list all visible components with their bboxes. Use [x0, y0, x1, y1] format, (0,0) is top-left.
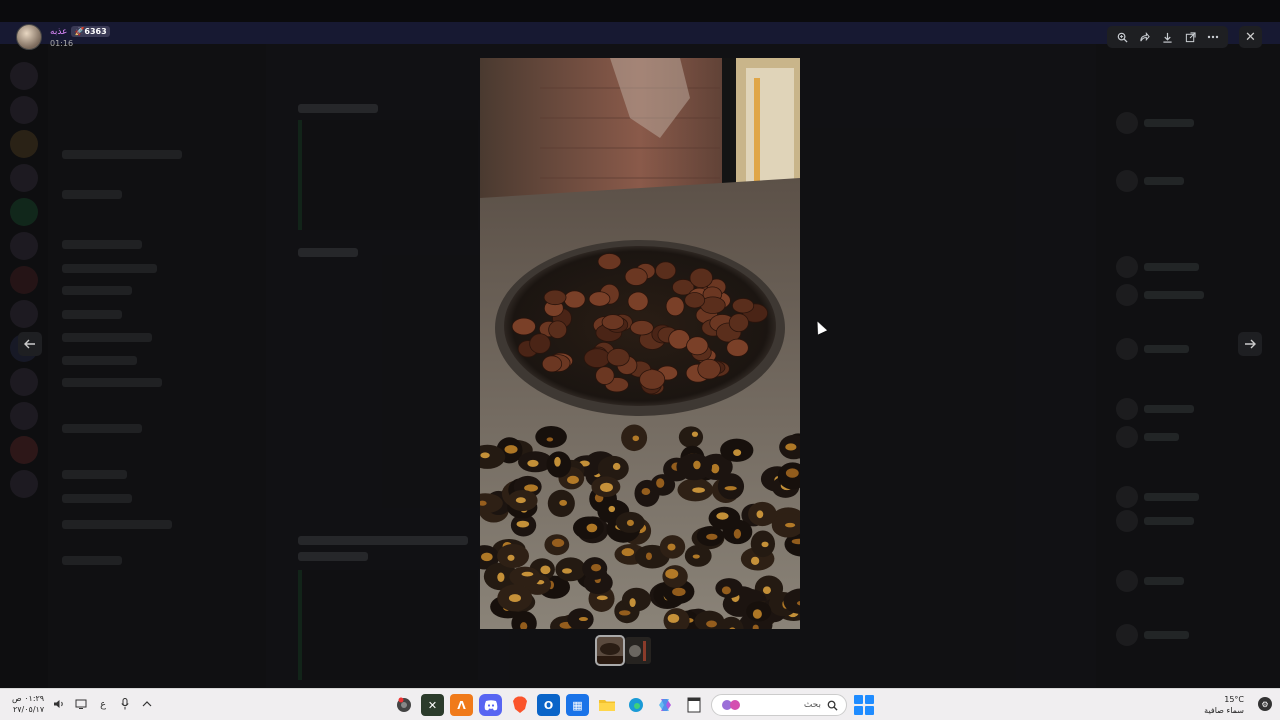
network-icon[interactable]: [74, 697, 88, 711]
viewer-toolbar: [1107, 26, 1228, 48]
brave-icon[interactable]: [508, 694, 531, 716]
chrome-icon[interactable]: [392, 694, 415, 716]
search-highlight-icon: [722, 700, 740, 710]
user-badge: 🚀6363: [71, 26, 110, 37]
store-icon[interactable]: ▦: [566, 694, 589, 716]
clock-time: ٠١:٢٩ ص: [12, 694, 45, 703]
microphone-icon[interactable]: [118, 697, 132, 711]
chevron-up-icon[interactable]: [140, 697, 154, 711]
clock[interactable]: ٠١:٢٩ ص ٢٧/٠٥/١٧: [12, 693, 44, 715]
edge-icon[interactable]: [624, 694, 647, 716]
file-explorer-icon[interactable]: [595, 694, 618, 716]
bg-banner: [0, 22, 1280, 44]
app-a-icon[interactable]: Λ: [450, 694, 473, 716]
volume-icon[interactable]: [52, 697, 66, 711]
bg-channel-list: [48, 44, 266, 688]
start-button[interactable]: [853, 694, 875, 716]
language-indicator[interactable]: ع: [96, 697, 110, 711]
search-placeholder: بحث: [803, 700, 821, 710]
arrow-left-icon[interactable]: [18, 332, 42, 356]
open-external-icon[interactable]: [1181, 28, 1199, 46]
main-image[interactable]: [480, 58, 800, 629]
search-box[interactable]: بحث: [711, 694, 847, 716]
taskbar-apps: ✕ Λ O ▦ بحث: [392, 694, 875, 716]
weather-temp: 15°C: [1224, 695, 1244, 704]
weather-widget[interactable]: 15°C سماء صافية: [1204, 694, 1244, 716]
image-viewer: عذبه 🚀6363 01:16 ✕: [0, 0, 1280, 688]
username[interactable]: عذبه: [50, 27, 67, 37]
system-tray: ٠١:٢٩ ص ٢٧/٠٥/١٧ ع: [12, 693, 154, 715]
post-time: 01:16: [50, 39, 74, 48]
arrow-right-icon[interactable]: [1238, 332, 1262, 356]
weather-desc: سماء صافية: [1204, 706, 1244, 715]
thumbnail-strip: [595, 635, 651, 666]
copilot-icon[interactable]: [653, 694, 676, 716]
windows-taskbar: ٠١:٢٩ ص ٢٧/٠٥/١٧ ع ✕ Λ O ▦ بحث 15°C سماء…: [0, 688, 1280, 720]
download-icon[interactable]: [1158, 28, 1176, 46]
discord-icon[interactable]: [479, 694, 502, 716]
bg-member-list: [1096, 44, 1280, 688]
uploader-info[interactable]: عذبه 🚀6363 01:16: [16, 24, 110, 50]
thumbnail-1[interactable]: [595, 635, 625, 666]
clock-date: ٢٧/٠٥/١٧: [12, 705, 45, 714]
zoom-in-icon[interactable]: [1113, 28, 1131, 46]
mouse-cursor: [812, 319, 828, 335]
outlook-icon[interactable]: O: [537, 694, 560, 716]
forward-icon[interactable]: [1136, 28, 1154, 46]
notepad-icon[interactable]: [682, 694, 705, 716]
close-icon[interactable]: ✕: [1239, 26, 1262, 48]
more-icon[interactable]: [1204, 28, 1222, 46]
bg-server-list: [0, 44, 48, 688]
terminal-icon[interactable]: ✕: [421, 694, 444, 716]
search-icon: [827, 700, 838, 711]
thumbnail-2[interactable]: [625, 637, 651, 664]
avatar[interactable]: [16, 24, 42, 50]
notification-icon[interactable]: ⚙: [1258, 697, 1272, 711]
